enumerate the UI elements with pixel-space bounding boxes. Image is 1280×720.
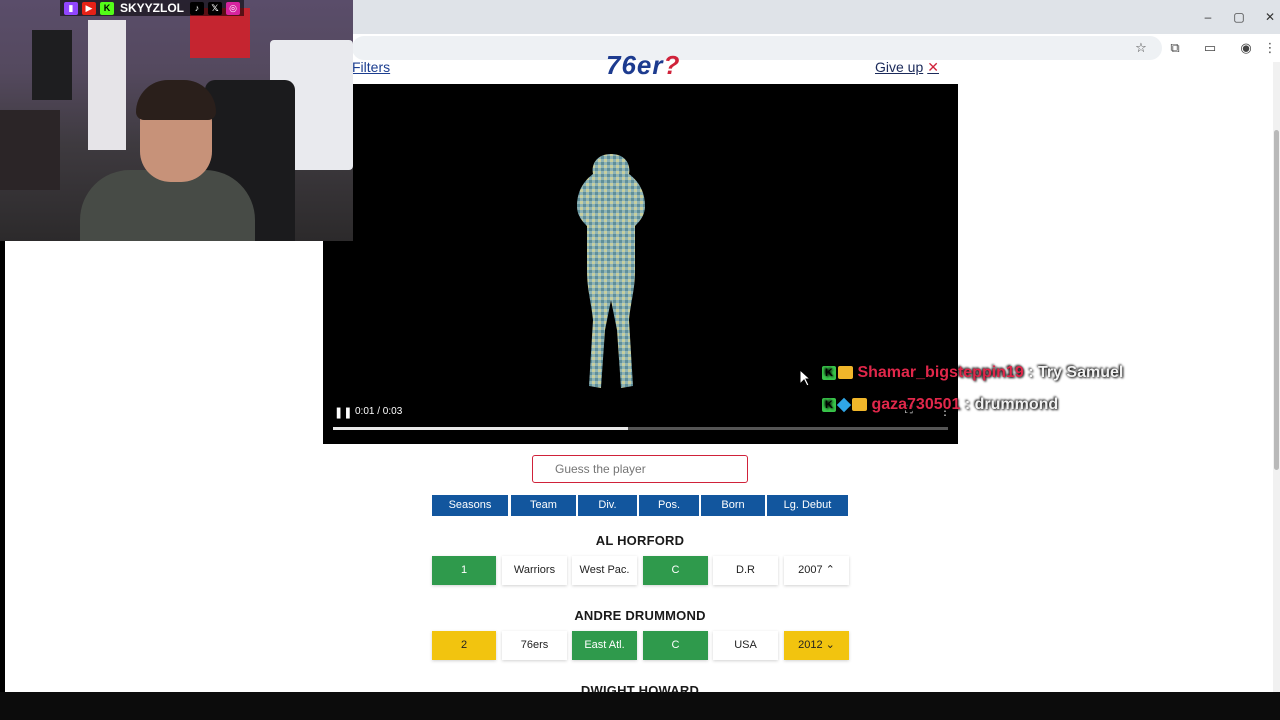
youtube-icon: ▶ [82, 1, 96, 15]
filter-div[interactable]: Div. [578, 495, 637, 516]
page-scrollbar[interactable] [1273, 62, 1280, 692]
cast-icon[interactable]: ▭ [1202, 40, 1218, 56]
webcam-jersey [32, 30, 72, 100]
kick-badge-icon: K [822, 365, 836, 380]
site-logo[interactable]: 76er? [606, 50, 680, 81]
close-window-button[interactable]: ✕ [1262, 9, 1278, 25]
guess-cell-div: West Pac. [572, 556, 637, 585]
minimize-button[interactable]: – [1200, 9, 1216, 25]
extensions-icon[interactable]: ⧉ [1167, 40, 1183, 56]
tiktok-icon: ♪ [190, 1, 205, 15]
guess-cell-born: D.R [713, 556, 778, 585]
webcam-shelf [0, 110, 60, 190]
scroll-thumb[interactable] [1274, 130, 1279, 470]
crown-badge-icon [852, 398, 867, 412]
filter-pos[interactable]: Pos. [639, 495, 699, 516]
restore-button[interactable]: ▢ [1231, 9, 1247, 25]
guess-cell-seasons: 1 [432, 556, 496, 585]
guess-cell-seasons: 2 [432, 631, 496, 660]
instagram-icon: ◎ [226, 1, 241, 15]
guess-cell-pos: C [643, 631, 708, 660]
kick-badge-icon: K [822, 397, 836, 412]
cube-badge-icon [836, 397, 852, 412]
webcam-door [88, 20, 126, 150]
guess-player-name: ANDRE DRUMMOND [574, 608, 706, 623]
profile-icon[interactable]: ◉ [1238, 40, 1254, 56]
player-silhouette [577, 154, 645, 388]
twitch-icon: ▮ [64, 1, 78, 15]
logo-text: 76er [606, 50, 664, 80]
guess-cell-born: USA [713, 631, 778, 660]
address-bar[interactable] [352, 36, 1162, 60]
filter-lg-debut[interactable]: Lg. Debut [767, 495, 848, 516]
chat-message: K Shamar_bigsteppin19 : Try Samuel [822, 364, 1123, 382]
mouse-cursor-icon [800, 370, 810, 386]
crown-badge-icon [838, 366, 853, 380]
x-icon: 𝕏 [208, 1, 223, 15]
chat-text: : Try Samuel [1028, 364, 1124, 381]
guess-player-name: AL HORFORD [595, 533, 685, 548]
video-time: 0:01 / 0:03 [355, 406, 403, 417]
menu-icon[interactable]: ⋮ [1262, 40, 1278, 56]
logo-accent: ? [663, 50, 681, 80]
video-progress-bar[interactable] [333, 427, 948, 430]
social-handles-bar: ▮ ▶ K SKYYZLOL ♪ 𝕏 ◎ [60, 0, 245, 16]
guess-cell-debut: 2007 ⌃ [784, 556, 849, 585]
streamer-handle: SKYYZLOL [120, 1, 185, 15]
chat-message: K gaza730501 : drummond [822, 396, 1058, 414]
bottom-letterbox [0, 692, 1280, 720]
chat-username: Shamar_bigsteppin19 [857, 364, 1024, 381]
chat-text: : drummond [964, 396, 1059, 413]
chat-username: gaza730501 [871, 396, 961, 413]
guess-cell-pos: C [643, 556, 708, 585]
filter-seasons[interactable]: Seasons [432, 495, 508, 516]
guess-cell-debut: 2012 ⌄ [784, 631, 849, 660]
give-up-x-icon: ✕ [927, 59, 939, 75]
guess-cell-div: East Atl. [572, 631, 637, 660]
pause-icon[interactable]: ❚❚ [334, 406, 352, 419]
guess-cell-team: Warriors [502, 556, 567, 585]
give-up-link[interactable]: Give up ✕ [875, 59, 939, 76]
filter-team[interactable]: Team [511, 495, 576, 516]
video-player[interactable]: ❚❚ 0:01 / 0:03 ⛶ ⋮ [323, 84, 958, 444]
video-progress-fill [333, 427, 629, 430]
guess-cell-team: 76ers [502, 631, 567, 660]
webcam-overlay: ▮ ▶ K SKYYZLOL ♪ 𝕏 ◎ [0, 0, 353, 241]
give-up-label: Give up [875, 59, 924, 75]
guess-input[interactable] [532, 455, 748, 483]
filter-born[interactable]: Born [701, 495, 765, 516]
filters-link[interactable]: Filters [352, 59, 390, 75]
star-icon[interactable]: ☆ [1133, 40, 1149, 56]
kick-icon: K [100, 1, 114, 15]
